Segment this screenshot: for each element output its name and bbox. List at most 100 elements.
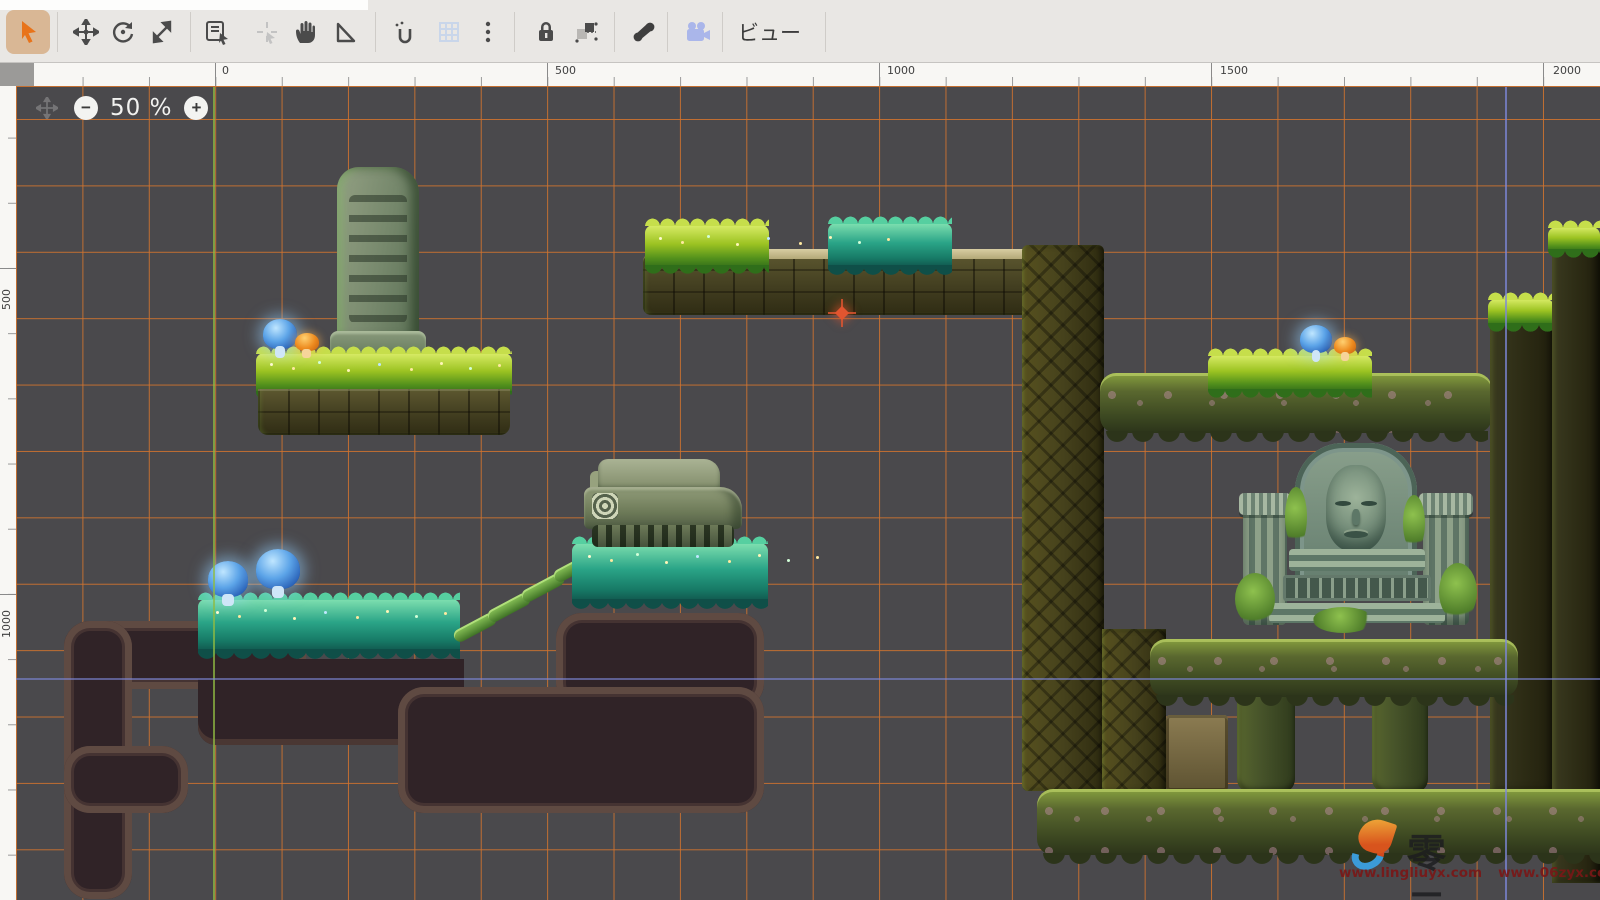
platform-colonnade-top[interactable] <box>1150 639 1518 697</box>
rotate-icon <box>110 19 136 45</box>
ruin-column[interactable] <box>1022 245 1104 791</box>
ruler-label-top: 0 <box>222 64 229 77</box>
more-options-button[interactable] <box>466 10 510 54</box>
toolbar: ビュー <box>0 0 1600 63</box>
tool-rotate-button[interactable] <box>101 10 145 54</box>
vertical-ruler[interactable]: 5001000 <box>0 86 16 900</box>
vine <box>1313 607 1373 633</box>
guide-line-green-vertical[interactable] <box>213 87 215 900</box>
vine <box>1403 495 1425 551</box>
move-icon <box>73 19 99 45</box>
platform-topleft[interactable] <box>256 353 512 435</box>
lock-icon <box>533 19 559 45</box>
grass-sparkles <box>216 611 219 614</box>
kebab-menu-icon <box>484 19 492 45</box>
blue-mushroom[interactable] <box>1300 325 1332 353</box>
cliff-tall[interactable] <box>1552 237 1600 883</box>
statue-glyph-band <box>1283 575 1431 601</box>
ruin-statue[interactable] <box>1243 443 1471 629</box>
monolith-glyphs <box>349 195 407 323</box>
zoom-out-button[interactable]: − <box>74 96 98 120</box>
platform-bottom-right[interactable] <box>1037 789 1600 855</box>
tool-measure-button[interactable] <box>324 10 368 54</box>
horizontal-ruler[interactable]: 0 500 1000 1500 2000 <box>16 63 1600 86</box>
watermark-title: 零元找游戏 <box>1407 823 1448 900</box>
grass-top <box>256 353 512 393</box>
scale-icon <box>149 19 175 45</box>
cave-tube-bottom[interactable] <box>64 746 188 813</box>
cliff-step[interactable] <box>1490 311 1554 791</box>
transform-anchor-icon <box>573 19 601 45</box>
triangle-ruler-icon <box>333 19 359 45</box>
level-canvas[interactable]: − 50 % + <box>16 86 1600 900</box>
grass-yellow-section <box>645 225 769 267</box>
colonnade-pillar[interactable] <box>1372 693 1428 793</box>
statue-pedestal <box>1289 549 1425 571</box>
blue-mushroom[interactable] <box>263 319 297 349</box>
video-camera-icon <box>684 19 712 45</box>
watermark-logo-icon <box>1349 819 1405 871</box>
toolbar-separator <box>514 12 515 52</box>
platform-teal-left[interactable] <box>198 599 460 651</box>
toolbar-separator <box>375 12 376 52</box>
tool-scale-button[interactable] <box>140 10 184 54</box>
cave-block-main[interactable] <box>398 687 764 813</box>
guide-line-blue-horizontal[interactable] <box>16 678 1600 680</box>
lock-button[interactable] <box>524 10 568 54</box>
cliff-step-grass <box>1488 299 1554 325</box>
ruin-block-light[interactable] <box>1166 715 1228 791</box>
ruin-monolith[interactable] <box>337 167 419 339</box>
ruler-label-top: 2000 <box>1553 64 1581 77</box>
camera-button[interactable] <box>676 10 720 54</box>
transform-anchor-button[interactable] <box>565 10 609 54</box>
stone-top-edge <box>768 249 832 259</box>
pan-hint-icon <box>36 97 58 123</box>
watermark-urls: www.lingliuyx.com www.06zyx.com <box>1339 865 1599 881</box>
tool-object-list-button[interactable] <box>195 10 239 54</box>
vine <box>1285 487 1307 547</box>
ruler-label-left: 500 <box>0 289 13 310</box>
origin-marker <box>834 305 850 321</box>
tool-magnet-snap-button[interactable] <box>383 10 427 54</box>
blue-mushroom[interactable] <box>256 549 300 589</box>
ruler-label-top: 500 <box>555 64 576 77</box>
orange-mushroom[interactable] <box>295 333 319 351</box>
zoom-in-button[interactable]: + <box>184 96 208 120</box>
view-menu-button[interactable]: ビュー <box>726 10 813 54</box>
grid-icon <box>436 19 462 45</box>
tool-select-button[interactable] <box>6 10 50 54</box>
toolbar-separator <box>667 12 668 52</box>
toolbar-separator <box>57 12 58 52</box>
colonnade-pillar[interactable] <box>1237 693 1295 793</box>
stone-body <box>258 389 510 435</box>
toolbar-separator <box>722 12 723 52</box>
ruler-label-top: 1000 <box>887 64 915 77</box>
cliff-tall-grass <box>1548 227 1600 251</box>
tool-grid-toggle-button[interactable] <box>427 10 471 54</box>
watermark-url-right: www.06zyx.com <box>1498 865 1600 881</box>
tank-treads <box>592 525 734 547</box>
bone-path-button[interactable] <box>622 10 666 54</box>
vine <box>1235 573 1275 625</box>
grass-sparkles <box>588 555 591 558</box>
platform-topmiddle[interactable] <box>643 225 1078 315</box>
zoom-control: − 50 % + <box>74 95 208 121</box>
hand-icon <box>292 19 318 45</box>
ruler-label-top: 1500 <box>1220 64 1248 77</box>
statue-face <box>1326 465 1386 551</box>
document-select-icon <box>204 19 230 45</box>
orange-mushroom[interactable] <box>1334 337 1356 354</box>
tool-hand-pan-button[interactable] <box>283 10 327 54</box>
guide-line-blue-vertical[interactable] <box>1505 87 1507 900</box>
zoom-level-value: 50 % <box>110 95 172 121</box>
watermark-url-left: www.lingliuyx.com <box>1339 865 1482 881</box>
select-cursor-icon <box>15 19 41 45</box>
level-editor-window: ビュー 0500100015002000 5001000 − 50 % + <box>0 0 1600 900</box>
vine <box>1439 563 1477 621</box>
toolbar-separator <box>190 12 191 52</box>
grass-sparkles <box>659 237 662 240</box>
ruined-tank[interactable] <box>584 459 742 549</box>
toolbar-separator <box>825 12 826 52</box>
bone-icon <box>631 19 657 45</box>
platform-tank[interactable] <box>572 543 768 601</box>
